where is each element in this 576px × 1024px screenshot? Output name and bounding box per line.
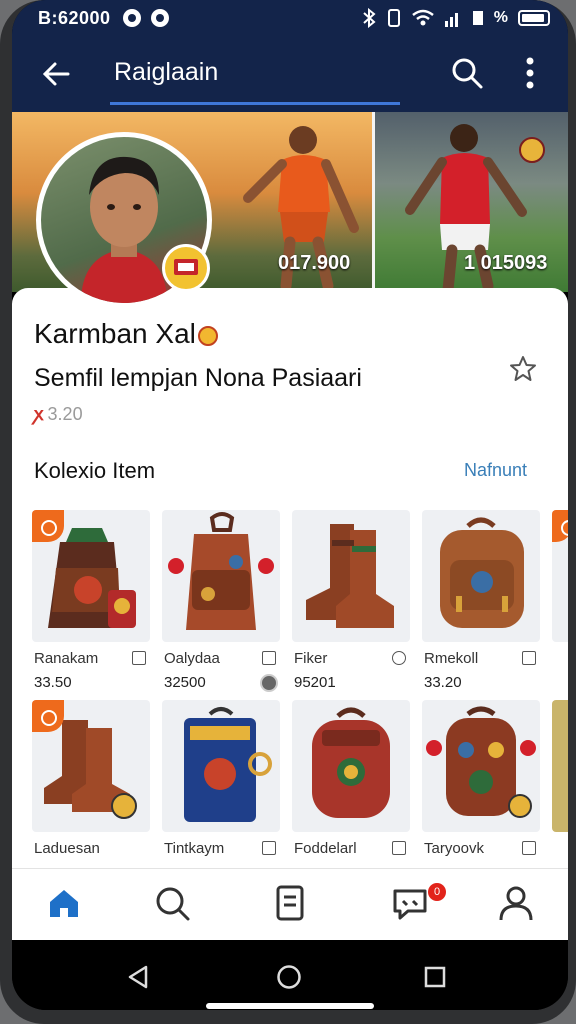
orders-icon[interactable] — [270, 883, 310, 923]
item-image — [292, 510, 410, 642]
bluetooth-icon — [363, 8, 376, 28]
item-tag-icon — [32, 700, 64, 732]
collection-item[interactable]: Laduesan — [32, 700, 150, 857]
collection-item[interactable]: Fiker 95201 — [292, 510, 410, 691]
phone-frame: B:62000 % Raiglaain 017.900 1 015093 Kar… — [0, 0, 576, 1024]
item-image — [162, 510, 280, 642]
item-select-icon[interactable] — [392, 841, 406, 855]
notification-icon — [122, 9, 141, 27]
item-select-icon[interactable] — [522, 651, 536, 665]
title-underline — [110, 102, 400, 105]
item-select-icon[interactable] — [262, 841, 276, 855]
patched-backpack-item-illustration — [426, 706, 536, 818]
item-name: Ranakam — [34, 650, 99, 667]
item-price: 33.50 — [34, 674, 72, 691]
system-home-icon[interactable] — [276, 964, 302, 990]
messages-icon[interactable] — [390, 883, 430, 923]
app-bar-title: Raiglaain — [114, 58, 219, 86]
status-time: B:62000 — [38, 7, 111, 28]
home-icon[interactable] — [44, 883, 84, 923]
battery-icon — [518, 10, 550, 26]
signal-icon — [444, 13, 458, 27]
item-price: 32500 — [164, 674, 206, 691]
battery-percent: % — [493, 9, 508, 26]
vibrate-icon — [387, 9, 400, 27]
item-tag-icon — [32, 510, 64, 542]
item-select-icon[interactable] — [262, 651, 276, 665]
item-name: Oalydaa — [164, 650, 220, 667]
item-tag-icon — [552, 510, 568, 542]
item-name: Fiker — [294, 650, 328, 667]
item-image — [422, 700, 540, 832]
messages-badge: 0 — [428, 883, 446, 901]
bottom-nav: 0 — [12, 868, 568, 940]
item-badge-icon — [260, 674, 278, 692]
item-image — [552, 510, 568, 642]
back-arrow-icon[interactable] — [38, 56, 74, 92]
backpack-item-illustration — [168, 512, 274, 630]
collection-item[interactable]: Oalydaa 32500 — [162, 510, 280, 692]
system-nav-bar — [12, 940, 568, 1010]
red-backpack-item-illustration — [312, 707, 390, 818]
system-recents-icon[interactable] — [422, 964, 448, 990]
app-bar: Raiglaain — [12, 36, 568, 112]
profile-icon[interactable] — [496, 883, 536, 923]
item-image — [292, 700, 410, 832]
item-select-icon[interactable] — [522, 841, 536, 855]
club-badge-icon — [162, 244, 210, 292]
home-indicator[interactable] — [206, 1003, 374, 1009]
item-name: Foddelarl — [294, 840, 357, 857]
boots-item-illustration — [306, 524, 394, 628]
item-price: 33.20 — [424, 674, 462, 691]
collection-item[interactable]: Rmekoll 33.20 — [422, 510, 540, 691]
more-options-icon[interactable] — [520, 56, 540, 90]
screen: B:62000 % Raiglaain 017.900 1 015093 Kar… — [12, 0, 568, 1010]
favorite-star-icon[interactable] — [508, 354, 538, 384]
profile-subtitle: Semfil lempjan Nona Pasiaari — [34, 364, 362, 392]
profile-name: Karmban Xal — [34, 318, 218, 350]
rating-icon: ꭗ — [34, 404, 44, 424]
collection-item[interactable]: Ranakam 33.50 — [32, 510, 150, 691]
collection-item-partial[interactable] — [552, 510, 568, 642]
collection-see-all-link[interactable]: Nafnunt — [464, 460, 527, 481]
hero-stat-right: 1 015093 — [464, 252, 548, 274]
item-price: 95201 — [294, 674, 336, 691]
collection-item[interactable]: Tintkaym — [162, 700, 280, 857]
item-image — [552, 700, 568, 832]
status-bar: B:62000 % — [12, 0, 568, 36]
hero-stat-left: 017.900 — [278, 252, 351, 274]
search-icon[interactable] — [450, 56, 484, 90]
item-name: Tintkaym — [164, 840, 225, 857]
item-name: Laduesan — [34, 840, 100, 857]
wifi-icon — [411, 9, 434, 26]
collection-item[interactable]: Foddelarl — [292, 700, 410, 857]
profile-card: Karmban Xal Semfil lempjan Nona Pasiaari… — [12, 288, 568, 868]
verified-badge-icon — [197, 325, 218, 346]
search-icon[interactable] — [152, 883, 192, 923]
hero-divider — [372, 112, 375, 292]
profile-rating: ꭗ 3.20 — [34, 404, 83, 424]
sim-icon — [472, 11, 483, 25]
item-image — [422, 510, 540, 642]
item-select-icon[interactable] — [392, 651, 406, 665]
item-image — [32, 510, 150, 642]
item-image — [162, 700, 280, 832]
leather-backpack-item-illustration — [440, 517, 524, 628]
item-select-icon[interactable] — [132, 651, 146, 665]
blue-bag-item-illustration — [184, 707, 272, 822]
system-back-icon[interactable] — [126, 964, 152, 990]
club-crest-icon — [519, 137, 545, 163]
item-name: Taryoovk — [424, 840, 485, 857]
item-image — [32, 700, 150, 832]
notification-icon — [150, 9, 169, 27]
collection-item-partial[interactable] — [552, 700, 568, 832]
collection-item[interactable]: Taryoovk — [422, 700, 540, 857]
collection-title: Kolexio Item — [34, 458, 156, 483]
item-name: Rmekoll — [424, 650, 479, 667]
